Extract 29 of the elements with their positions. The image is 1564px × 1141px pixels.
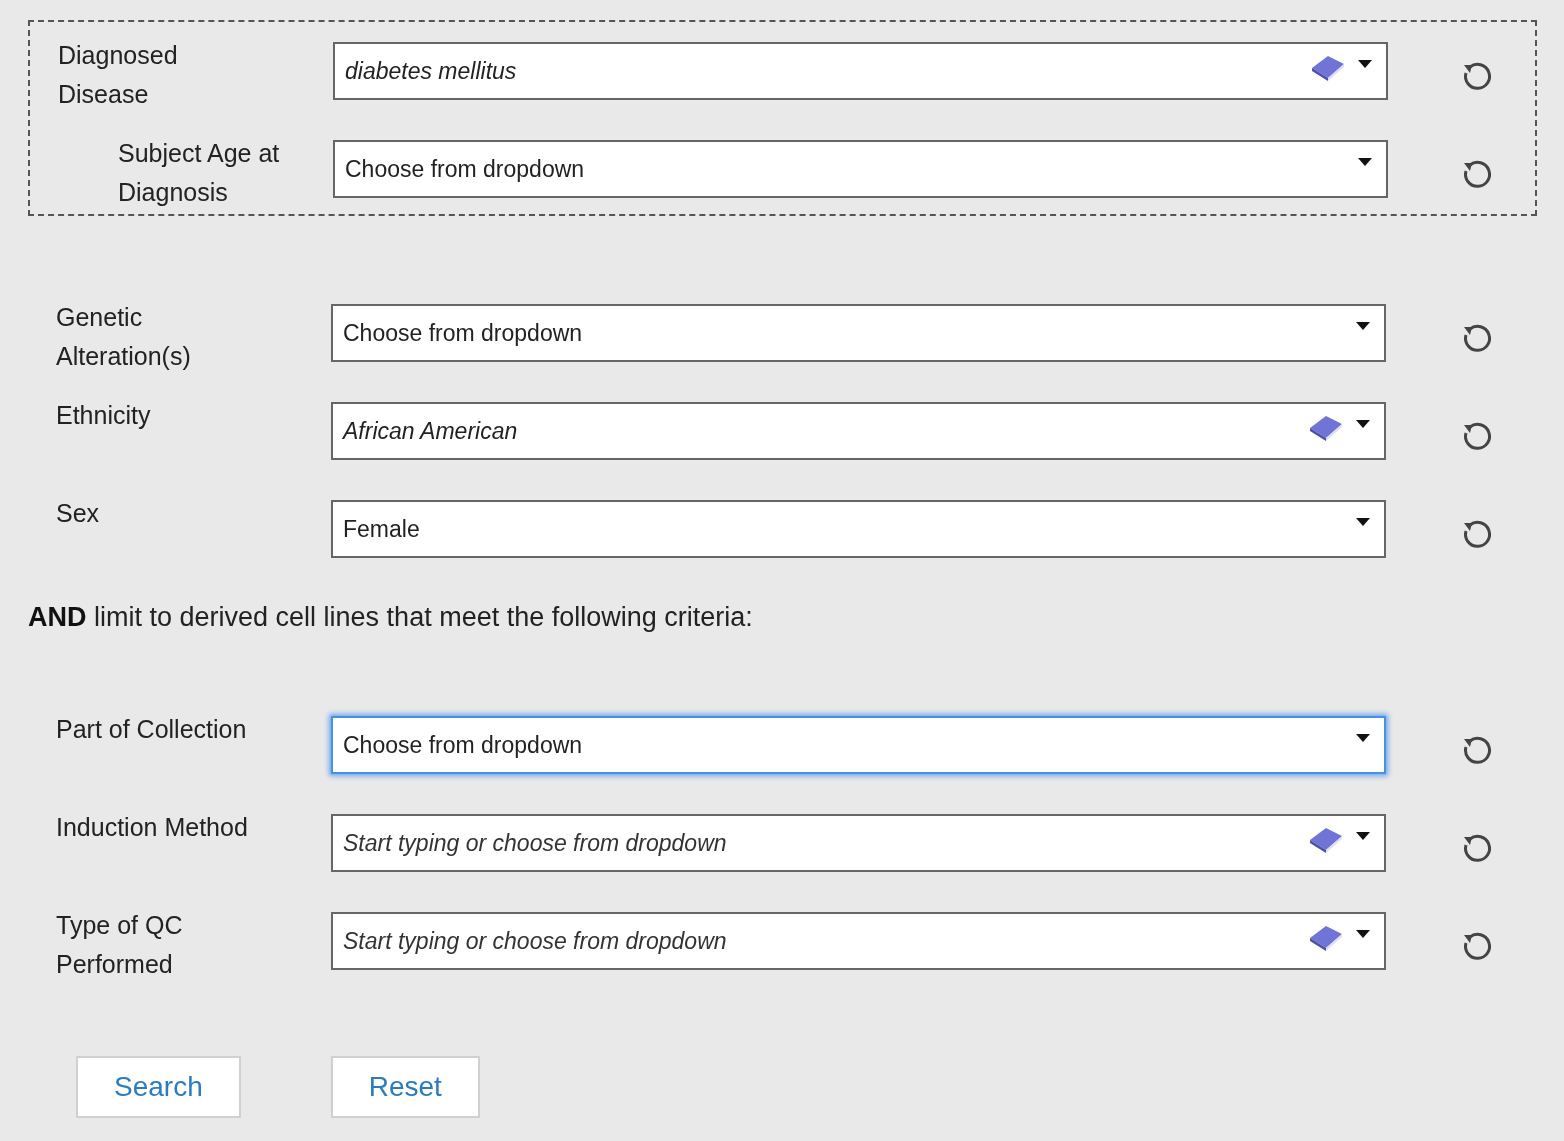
field-label: Sex [56, 498, 101, 529]
field-label: Subject Age at Diagnosis [117, 138, 281, 208]
ontology-field[interactable]: Start typing or choose from dropdown [331, 814, 1386, 872]
criteria-note: AND limit to derived cell lines that meet the following criteria: [28, 601, 754, 634]
ontology-field[interactable]: Start typing or choose from dropdown [331, 912, 1386, 970]
field-label: Ethnicity [56, 400, 152, 431]
field-label: Type of QC Performed [56, 910, 184, 980]
action-button[interactable]: Reset [330, 1056, 480, 1118]
caret-icon[interactable] [1358, 158, 1372, 166]
caret-icon[interactable] [1356, 930, 1370, 938]
dropdown-field[interactable]: Choose from dropdown [331, 716, 1386, 774]
caret-icon[interactable] [1356, 322, 1370, 330]
caret-icon[interactable] [1356, 420, 1370, 428]
caret-icon[interactable] [1356, 734, 1370, 742]
field-label: Genetic Alteration(s) [56, 302, 192, 372]
field-label: Diagnosed Disease [58, 40, 179, 110]
dropdown-field[interactable]: Choose from dropdown [331, 304, 1386, 362]
action-button[interactable]: Search [76, 1056, 241, 1118]
ontology-field[interactable]: African American [331, 402, 1386, 460]
dropdown-field[interactable]: Choose from dropdown [333, 140, 1388, 198]
field-label: Part of Collection [56, 714, 248, 745]
caret-icon[interactable] [1356, 832, 1370, 840]
ontology-field[interactable]: diabetes mellitus [333, 42, 1388, 100]
text-input[interactable]: Start typing or choose from dropdown [343, 927, 1296, 955]
text-input[interactable]: Start typing or choose from dropdown [343, 829, 1296, 857]
caret-icon[interactable] [1356, 518, 1370, 526]
caret-icon[interactable] [1358, 60, 1372, 68]
dropdown-field[interactable]: Female [331, 500, 1386, 558]
field-label: Induction Method [56, 812, 249, 843]
